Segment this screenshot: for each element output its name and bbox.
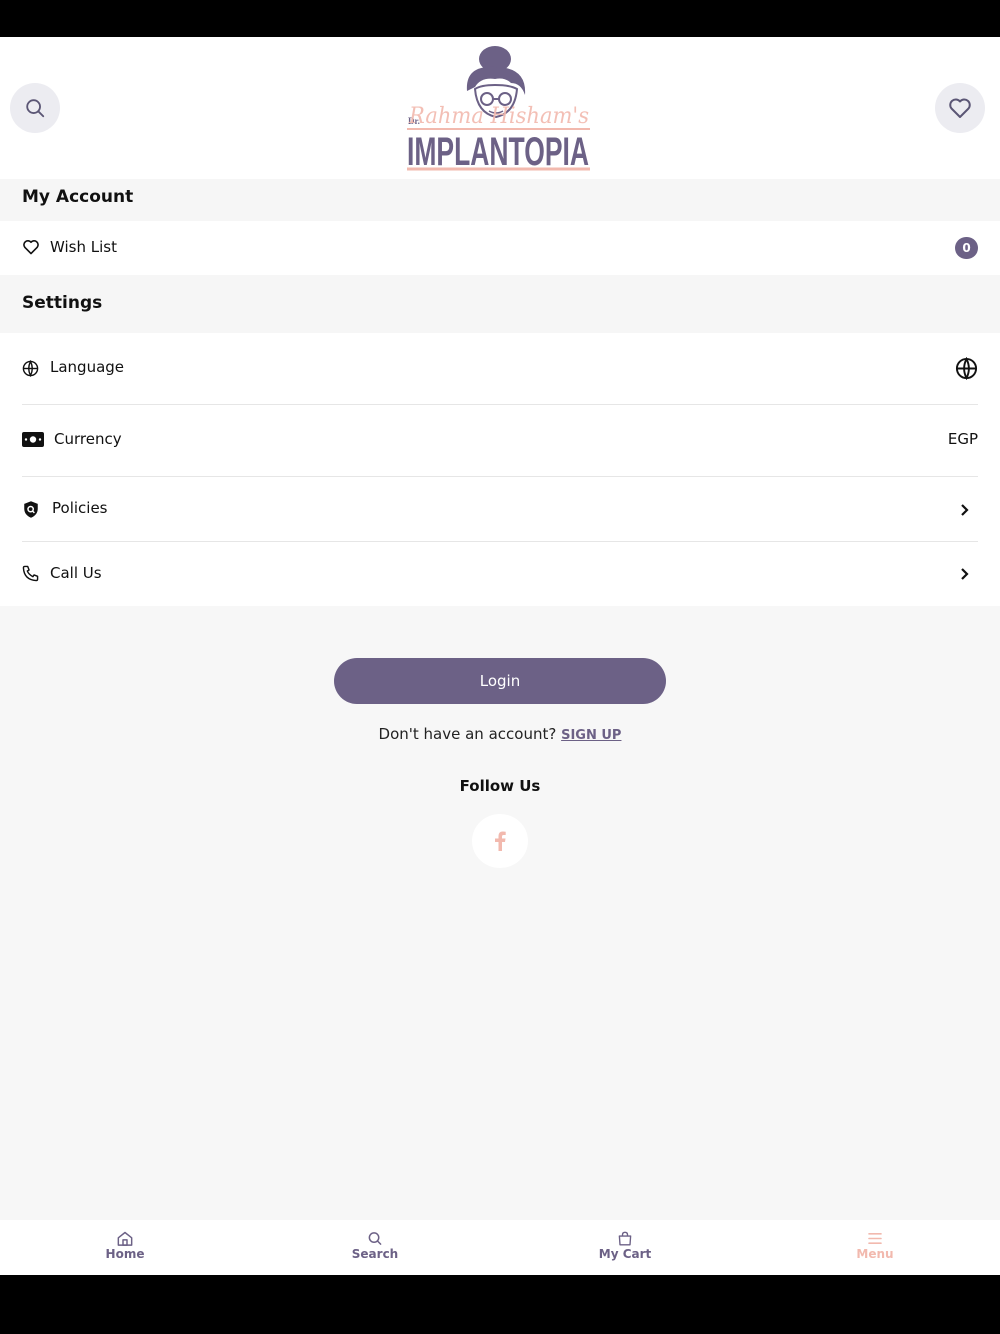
my-account-header: My Account <box>0 179 1000 221</box>
logo-wordmark: IMPLANTOPIA <box>407 130 589 173</box>
brand-logo[interactable]: Dr. Rahma Hisham's IMPLANTOPIA <box>395 43 605 173</box>
follow-us-title: Follow Us <box>459 777 541 795</box>
signup-link[interactable]: SIGN UP <box>561 728 621 743</box>
policies-label: Policies <box>52 499 108 517</box>
wish-list-count-badge: 0 <box>955 237 978 259</box>
tab-cart-label: My Cart <box>598 1247 652 1261</box>
call-us-label: Call Us <box>50 564 102 582</box>
language-label: Language <box>50 358 125 376</box>
tab-home-label: Home <box>105 1247 145 1261</box>
facebook-button[interactable] <box>472 814 528 868</box>
globe-icon <box>22 360 39 377</box>
currency-row[interactable]: Currency EGP <box>0 405 1000 477</box>
currency-label: Currency <box>54 430 122 448</box>
search-icon <box>26 99 45 118</box>
tab-search[interactable]: Search <box>250 1220 500 1275</box>
search-icon <box>368 1232 382 1245</box>
tab-menu[interactable]: Menu <box>750 1220 1000 1275</box>
home-icon <box>117 1231 133 1246</box>
chevron-right-icon <box>961 568 969 580</box>
tab-search-label: Search <box>351 1247 399 1261</box>
tab-cart[interactable]: My Cart <box>500 1220 750 1275</box>
home-indicator-bar <box>0 1275 1000 1334</box>
logo-script-text: Rahma Hisham's <box>408 104 589 129</box>
status-bar <box>0 0 1000 37</box>
call-us-row[interactable]: Call Us <box>0 542 1000 606</box>
search-button[interactable] <box>10 83 60 133</box>
language-row[interactable]: Language <box>0 333 1000 405</box>
heart-outline-icon <box>23 240 39 255</box>
policies-row[interactable]: Policies <box>0 477 1000 542</box>
chevron-right-icon <box>961 504 969 516</box>
wish-list-label: Wish List <box>50 238 117 256</box>
settings-title: Settings <box>22 293 103 313</box>
app-header: Dr. Rahma Hisham's IMPLANTOPIA <box>0 37 1000 179</box>
shopping-bag-icon <box>618 1231 632 1246</box>
currency-value: EGP <box>947 430 978 448</box>
my-account-title: My Account <box>22 187 134 207</box>
signup-prompt: Don't have an account? SIGN UP <box>0 725 1000 743</box>
tab-home[interactable]: Home <box>0 1220 250 1275</box>
menu-icon <box>868 1233 882 1244</box>
bottom-tab-bar: Home Search My Cart Menu <box>0 1220 1000 1275</box>
login-button[interactable]: Login <box>334 658 666 704</box>
tab-menu-label: Menu <box>856 1247 894 1261</box>
no-account-text: Don't have an account? <box>378 725 557 743</box>
app-screen: Dr. Rahma Hisham's IMPLANTOPIA My Accoun… <box>0 37 1000 1275</box>
wishlist-header-button[interactable] <box>935 83 985 133</box>
globe-select-icon[interactable] <box>955 357 978 380</box>
shield-icon <box>24 501 38 518</box>
phone-icon <box>22 565 39 582</box>
settings-header: Settings <box>0 275 1000 333</box>
heart-icon <box>949 98 971 118</box>
money-icon <box>22 432 44 447</box>
facebook-icon <box>495 831 506 851</box>
wish-list-row[interactable]: Wish List 0 <box>0 221 1000 275</box>
